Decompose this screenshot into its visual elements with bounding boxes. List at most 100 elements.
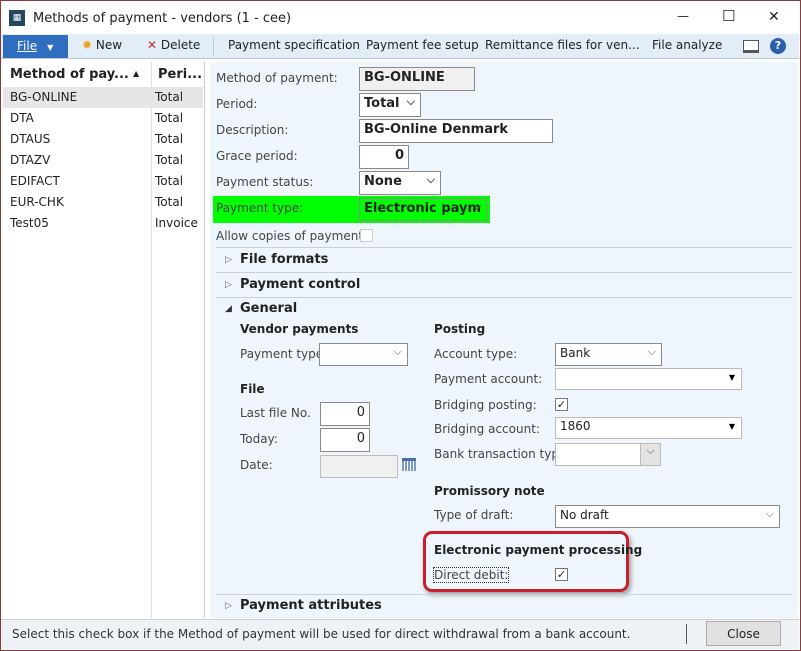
method-cell: DTA xyxy=(10,111,34,125)
close-button[interactable]: Close xyxy=(706,621,781,646)
vendor-payment-type-label: Payment type: xyxy=(240,347,328,361)
title-bar: ▦ Methods of payment - vendors (1 - cee)… xyxy=(1,1,799,34)
bank-transaction-type-select[interactable]: ⌵ xyxy=(555,443,661,466)
period-select[interactable]: Total xyxy=(359,93,421,117)
column-header-period[interactable]: Peri... xyxy=(158,67,202,82)
calendar-icon[interactable] xyxy=(402,458,416,471)
grace-label: Grace period: xyxy=(216,149,298,163)
bridging-posting-checkbox[interactable]: ✓ xyxy=(555,398,568,411)
sort-ascending-icon: ▲ xyxy=(133,69,140,78)
table-row[interactable]: DTAZV Total xyxy=(3,150,203,171)
file-heading: File xyxy=(240,382,265,396)
minimize-button[interactable]: — xyxy=(677,9,689,23)
type-of-draft-select[interactable]: No draft xyxy=(555,505,780,528)
section-payment-attributes[interactable]: Payment attributes xyxy=(240,598,382,613)
bridging-account-label: Bridging account: xyxy=(434,422,540,436)
last-file-field[interactable]: 0 xyxy=(320,402,370,426)
divider xyxy=(216,272,792,273)
table-row[interactable]: EDIFACT Total xyxy=(3,171,203,192)
table-row[interactable]: Test05 Invoice xyxy=(3,213,203,234)
maximize-button[interactable]: ☐ xyxy=(722,7,735,25)
date-label: Date: xyxy=(240,458,273,472)
table-row[interactable]: DTAUS Total xyxy=(3,129,203,150)
delete-button[interactable]: ✕ Delete xyxy=(147,38,200,52)
last-file-label: Last file No. xyxy=(240,406,311,420)
period-cell: Total xyxy=(155,195,184,209)
column-header-method[interactable]: Method of pay... xyxy=(10,67,129,82)
period-cell: Total xyxy=(155,153,184,167)
section-general[interactable]: General xyxy=(240,301,297,316)
payment-type-label: Payment type: xyxy=(216,201,304,215)
divider xyxy=(216,247,792,248)
file-menu-button[interactable]: File ▼ xyxy=(3,35,68,58)
method-cell: EUR-CHK xyxy=(10,195,64,209)
toolbar-divider xyxy=(213,37,214,56)
payment-account-label: Payment account: xyxy=(434,372,543,386)
remittance-files-button[interactable]: Remittance files for ven... xyxy=(485,38,640,52)
expand-icon[interactable]: ▷ xyxy=(225,280,232,290)
window-title: Methods of payment - vendors (1 - cee) xyxy=(33,11,292,26)
promissory-heading: Promissory note xyxy=(434,484,545,498)
period-cell: Total xyxy=(155,132,184,146)
today-field[interactable]: 0 xyxy=(320,428,370,452)
delete-label: Delete xyxy=(160,38,201,52)
delete-icon: ✕ xyxy=(147,38,158,52)
payment-type-select[interactable]: Electronic paym xyxy=(359,198,487,221)
status-divider xyxy=(686,624,687,644)
new-button[interactable]: ✹ New xyxy=(82,38,122,52)
direct-debit-label: Direct debit: xyxy=(432,567,510,583)
period-cell: Invoice xyxy=(155,216,198,230)
direct-debit-checkbox[interactable]: ✓ xyxy=(555,568,568,581)
expand-icon[interactable]: ▷ xyxy=(225,255,232,265)
type-of-draft-label: Type of draft: xyxy=(434,508,514,522)
new-icon: ✹ xyxy=(82,38,93,52)
annotation-box xyxy=(423,531,629,592)
bridging-posting-label: Bridging posting: xyxy=(434,398,537,412)
close-window-button[interactable]: ✕ xyxy=(768,9,780,25)
table-row[interactable]: DTA Total xyxy=(3,108,203,129)
today-label: Today: xyxy=(240,432,278,446)
date-field xyxy=(320,455,398,478)
grace-field[interactable]: 0 xyxy=(359,145,409,169)
chevron-down-icon: ⌵ xyxy=(640,444,660,465)
table-row[interactable]: BG-ONLINE Total xyxy=(3,87,203,108)
description-label: Description: xyxy=(216,123,289,137)
layout-icon[interactable] xyxy=(743,40,759,53)
method-cell: EDIFACT xyxy=(10,174,60,188)
help-icon[interactable]: ? xyxy=(770,38,786,54)
period-label: Period: xyxy=(216,97,258,111)
period-cell: Total xyxy=(155,90,184,104)
method-cell: Test05 xyxy=(10,216,49,230)
divider xyxy=(216,594,792,595)
copies-label: Allow copies of payments: xyxy=(216,229,374,243)
divider xyxy=(216,297,792,298)
expand-icon[interactable]: ▷ xyxy=(225,601,232,611)
method-cell: DTAZV xyxy=(10,153,51,167)
account-type-label: Account type: xyxy=(434,347,518,361)
bridging-account-select[interactable]: 1860 xyxy=(555,417,742,439)
collapse-icon[interactable]: ◢ xyxy=(225,304,232,314)
vendor-payments-heading: Vendor payments xyxy=(240,322,359,336)
copies-checkbox[interactable] xyxy=(360,229,373,242)
payment-fee-setup-button[interactable]: Payment fee setup xyxy=(366,38,479,52)
method-cell: DTAUS xyxy=(10,132,51,146)
new-label: New xyxy=(95,38,123,52)
file-label: File xyxy=(17,39,38,53)
method-cell: BG-ONLINE xyxy=(10,90,78,104)
status-label: Payment status: xyxy=(216,175,314,189)
description-field[interactable]: BG-Online Denmark xyxy=(359,119,553,143)
status-select[interactable]: None xyxy=(359,171,441,195)
chevron-down-icon: ▼ xyxy=(47,43,54,52)
status-text: Select this check box if the Method of p… xyxy=(12,627,631,641)
payment-account-select[interactable] xyxy=(555,368,742,390)
table-row[interactable]: EUR-CHK Total xyxy=(3,192,203,213)
method-field[interactable]: BG-ONLINE xyxy=(359,67,475,91)
payment-specification-button[interactable]: Payment specification xyxy=(228,38,360,52)
vendor-payment-type-select[interactable] xyxy=(319,343,408,366)
account-type-select[interactable]: Bank xyxy=(555,343,662,366)
section-payment-control[interactable]: Payment control xyxy=(240,277,360,292)
period-cell: Total xyxy=(155,174,184,188)
posting-heading: Posting xyxy=(434,322,486,336)
file-analyze-button[interactable]: File analyze xyxy=(652,38,722,52)
section-file-formats[interactable]: File formats xyxy=(240,252,328,267)
